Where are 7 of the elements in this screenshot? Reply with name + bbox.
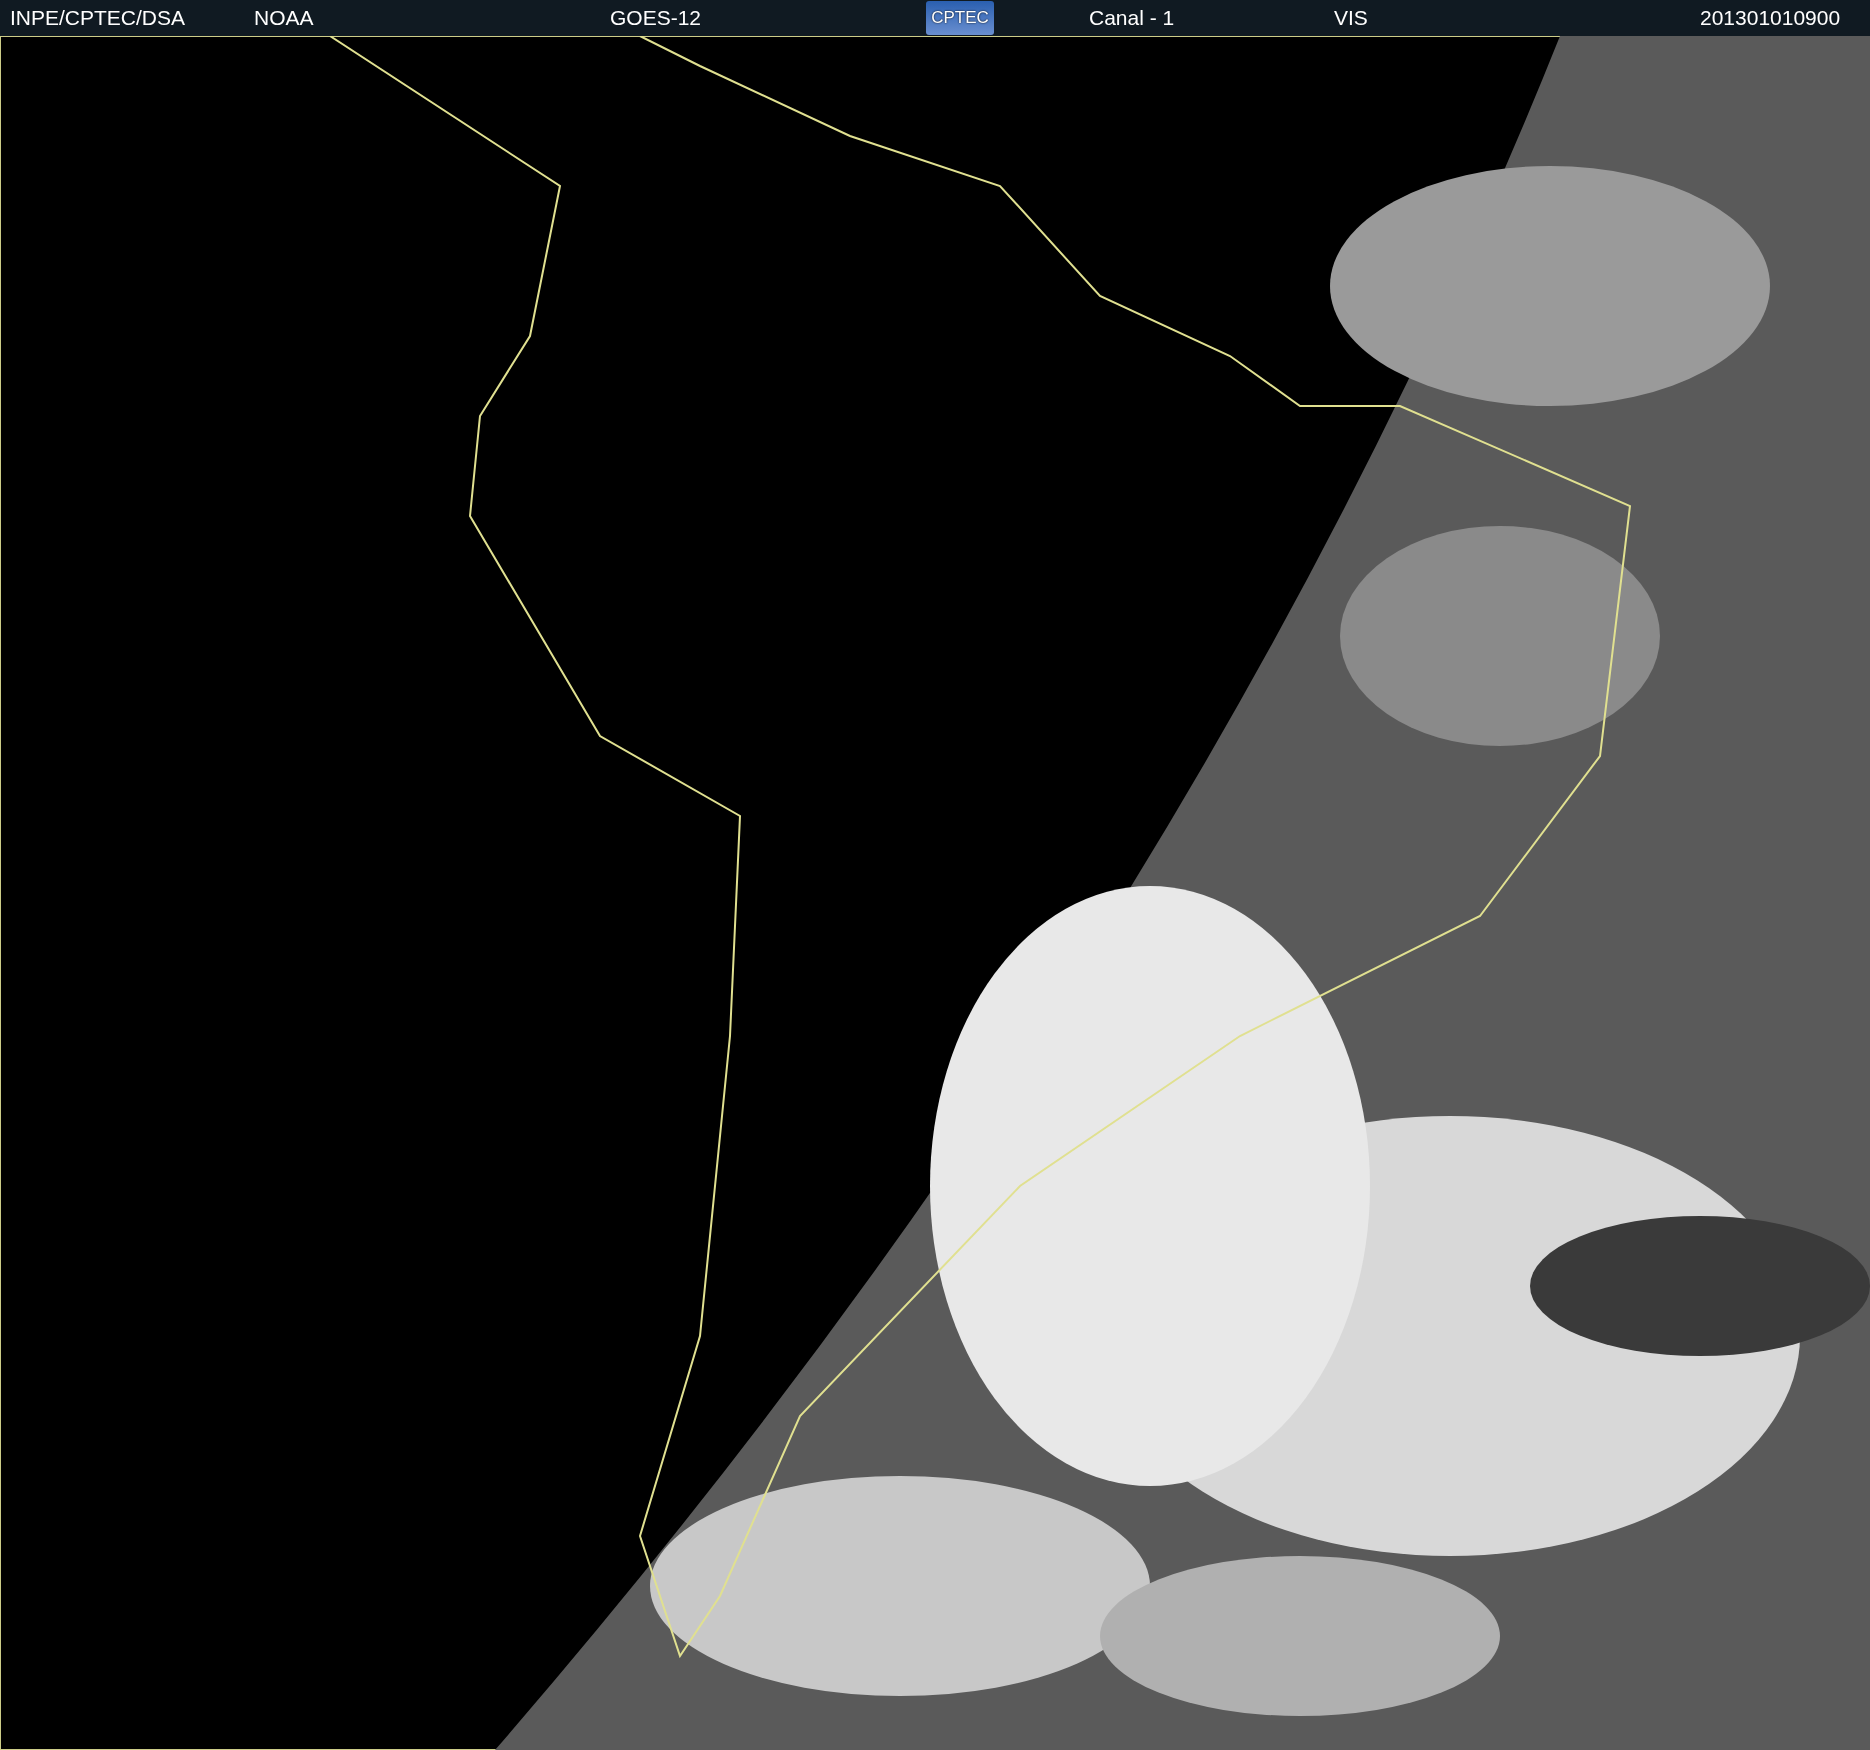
logo: CPTEC	[926, 1, 994, 35]
band-label: VIS	[1334, 6, 1369, 30]
channel-label: Canal - 1	[1089, 6, 1176, 30]
timestamp: 201301010900	[1700, 6, 1842, 30]
satellite-label: GOES-12	[610, 6, 703, 30]
source-label: NOAA	[254, 6, 315, 30]
agency-label: INPE/CPTEC/DSA	[10, 6, 187, 30]
